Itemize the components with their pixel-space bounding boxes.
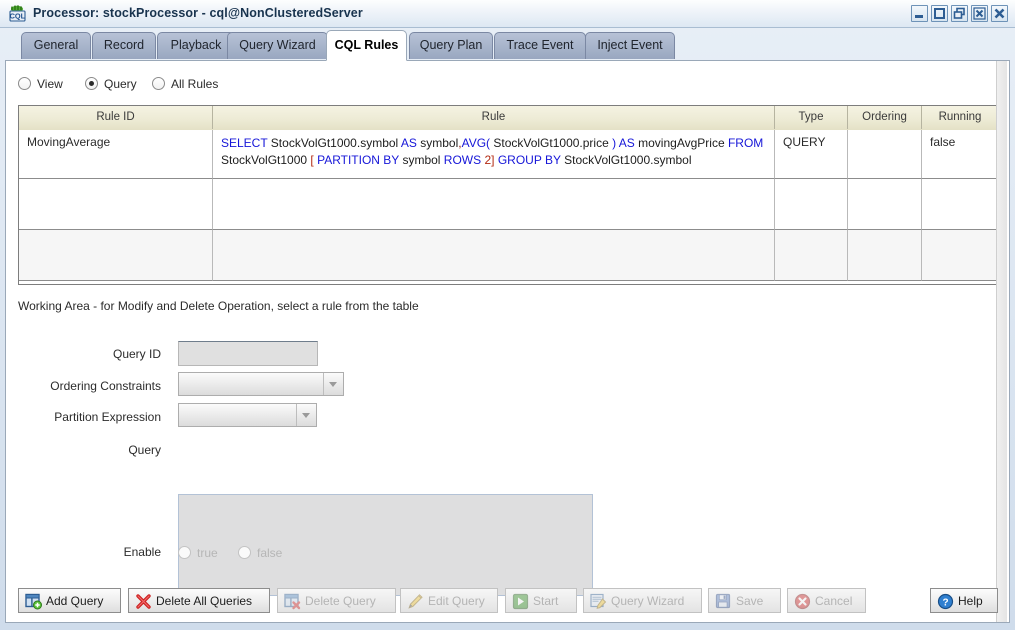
ordering-constraints-select[interactable] xyxy=(178,372,344,396)
column-header-ordering[interactable]: Ordering xyxy=(848,106,922,129)
column-header-running[interactable]: Running xyxy=(922,106,998,129)
label-query-id: Query ID xyxy=(6,347,161,361)
cell-rule-id xyxy=(19,230,213,281)
rules-table: Rule ID Rule Type Ordering Running Movin… xyxy=(18,105,999,285)
chevron-down-icon xyxy=(296,404,316,426)
tab-cql-rules[interactable]: CQL Rules xyxy=(326,30,407,61)
wizard-icon xyxy=(590,593,607,610)
save-label: Save xyxy=(736,594,763,608)
cell-ordering xyxy=(848,179,922,230)
cell-ordering xyxy=(848,230,922,281)
cancel-label: Cancel xyxy=(815,594,852,608)
add-query-icon xyxy=(25,593,42,610)
cell-ordering xyxy=(848,130,922,179)
edit-query-button: Edit Query xyxy=(400,588,498,613)
table-row[interactable] xyxy=(19,179,998,230)
query-id-input[interactable] xyxy=(178,341,318,366)
label-ordering-constraints: Ordering Constraints xyxy=(6,379,161,393)
tab-query-plan[interactable]: Query Plan xyxy=(409,32,493,59)
radio-view-label: View xyxy=(37,77,63,91)
chevron-down-icon xyxy=(323,373,343,395)
pencil-icon xyxy=(407,593,424,610)
working-area-note: Working Area - for Modify and Delete Ope… xyxy=(18,299,419,313)
column-header-type[interactable]: Type xyxy=(775,106,848,129)
radio-enable-false-label: false xyxy=(257,546,282,560)
maximize-button[interactable] xyxy=(931,5,948,22)
partition-expression-select[interactable] xyxy=(178,403,317,427)
radio-query-dot xyxy=(85,77,98,90)
cql-statement: SELECT StockVolGt1000.symbol AS symbol,A… xyxy=(221,135,768,169)
start-label: Start xyxy=(533,594,558,608)
cell-type xyxy=(775,230,848,281)
cql-rules-panel: View Query All Rules Rule ID Rule Type O… xyxy=(5,60,1010,623)
table-row[interactable]: MovingAverage SELECT StockVolGt1000.symb… xyxy=(19,130,998,179)
query-textarea[interactable] xyxy=(178,494,593,596)
table-row[interactable] xyxy=(19,230,998,281)
column-header-rule[interactable]: Rule xyxy=(213,106,775,129)
radio-all-rules-dot xyxy=(152,77,165,90)
delete-query-label: Delete Query xyxy=(305,594,376,608)
tab-record[interactable]: Record xyxy=(92,32,156,59)
panel-scrollbar[interactable] xyxy=(996,61,1007,622)
help-button[interactable]: ? Help xyxy=(930,588,998,613)
query-wizard-label: Query Wizard xyxy=(611,594,684,608)
cell-rule xyxy=(213,230,775,281)
label-query: Query xyxy=(6,443,161,457)
edit-query-label: Edit Query xyxy=(428,594,485,608)
title-bar: CQL Processor: stockProcessor - cql@NonC… xyxy=(0,0,1015,28)
application-window: CQL Processor: stockProcessor - cql@NonC… xyxy=(0,0,1015,630)
cell-rule-id: MovingAverage xyxy=(19,130,213,179)
add-query-button[interactable]: Add Query xyxy=(18,588,121,613)
cell-running xyxy=(922,230,998,281)
cell-running xyxy=(922,179,998,230)
cell-rule: SELECT StockVolGt1000.symbol AS symbol,A… xyxy=(213,130,775,179)
close-window-button[interactable] xyxy=(991,5,1008,22)
label-enable: Enable xyxy=(6,545,161,559)
rules-table-header: Rule ID Rule Type Ordering Running xyxy=(19,106,998,131)
delete-query-icon xyxy=(284,593,301,610)
close-boxed-icon-button[interactable] xyxy=(971,5,988,22)
delete-query-button: Delete Query xyxy=(277,588,396,613)
column-header-rule-id[interactable]: Rule ID xyxy=(19,106,213,129)
cell-running: false xyxy=(922,130,998,179)
svg-text:CQL: CQL xyxy=(10,12,26,21)
tab-trace-event[interactable]: Trace Event xyxy=(494,32,586,59)
cell-type xyxy=(775,179,848,230)
radio-enable-true-dot xyxy=(178,546,191,559)
cell-rule xyxy=(213,179,775,230)
tab-strip: General Record Playback Query Wizard CQL… xyxy=(0,28,1015,61)
svg-text:?: ? xyxy=(942,597,948,608)
cell-rule-id xyxy=(19,179,213,230)
tab-inject-event[interactable]: Inject Event xyxy=(585,32,675,59)
radio-query-label: Query xyxy=(104,77,137,91)
help-icon: ? xyxy=(937,593,954,610)
red-x-icon xyxy=(135,593,152,610)
label-partition-expression: Partition Expression xyxy=(6,410,161,424)
radio-enable-false-dot xyxy=(238,546,251,559)
floppy-icon xyxy=(715,593,732,610)
restore-button[interactable] xyxy=(951,5,968,22)
add-query-label: Add Query xyxy=(46,594,103,608)
radio-enable-true-label: true xyxy=(197,546,218,560)
cancel-button: Cancel xyxy=(787,588,866,613)
tab-general[interactable]: General xyxy=(21,32,91,59)
save-button: Save xyxy=(708,588,781,613)
help-label: Help xyxy=(958,594,983,608)
cell-type: QUERY xyxy=(775,130,848,179)
cancel-icon xyxy=(794,593,811,610)
start-button: Start xyxy=(505,588,577,613)
window-title: Processor: stockProcessor - cql@NonClust… xyxy=(33,6,363,20)
tab-query-wizard[interactable]: Query Wizard xyxy=(227,32,328,59)
delete-all-queries-label: Delete All Queries xyxy=(156,594,252,608)
delete-all-queries-button[interactable]: Delete All Queries xyxy=(128,588,270,613)
query-wizard-button: Query Wizard xyxy=(583,588,702,613)
radio-all-rules-label: All Rules xyxy=(171,77,218,91)
radio-view-dot xyxy=(18,77,31,90)
play-icon xyxy=(512,593,529,610)
minimize-button[interactable] xyxy=(911,5,928,22)
tab-playback[interactable]: Playback xyxy=(157,32,235,59)
cql-app-icon: CQL xyxy=(8,4,27,23)
